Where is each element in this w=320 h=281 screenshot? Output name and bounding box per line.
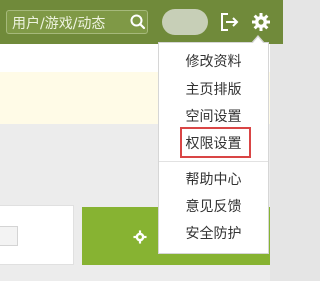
search-icon[interactable] — [129, 13, 147, 31]
menu-item-edit-profile[interactable]: 修改资料 — [159, 49, 268, 75]
menu-item-security[interactable]: 安全防护 — [159, 221, 268, 247]
gear-icon — [133, 230, 147, 244]
avatar[interactable] — [162, 9, 208, 35]
top-bar: 用户/游戏/动态 — [0, 0, 283, 44]
logout-icon[interactable] — [218, 11, 240, 33]
content-card — [0, 205, 74, 265]
search-box[interactable]: 用户/游戏/动态 — [6, 10, 148, 34]
gear-icon[interactable] — [250, 11, 272, 33]
card-field[interactable] — [0, 226, 18, 246]
search-input[interactable]: 用户/游戏/动态 — [12, 13, 105, 33]
menu-item-help-center[interactable]: 帮助中心 — [159, 167, 268, 193]
menu-item-feedback[interactable]: 意见反馈 — [159, 194, 268, 220]
menu-divider — [159, 161, 268, 162]
highlight-box — [180, 127, 251, 158]
menu-item-page-layout[interactable]: 主页排版 — [159, 77, 268, 103]
